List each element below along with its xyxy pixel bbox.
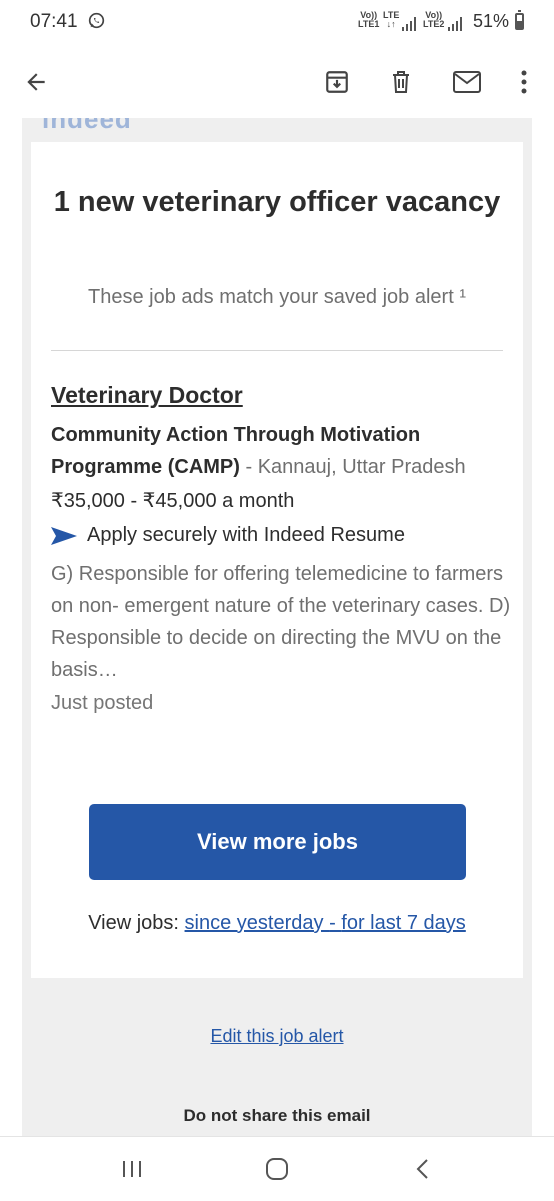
home-icon <box>266 1158 288 1180</box>
archive-icon <box>326 71 348 93</box>
link-separator: - <box>329 912 342 934</box>
posted-date: Just posted <box>51 692 154 714</box>
back-arrow-icon <box>27 73 45 91</box>
battery-icon <box>515 10 524 30</box>
view-jobs-links: View jobs: since yesterday - for last 7 … <box>31 912 523 935</box>
mark-unread-button[interactable] <box>445 60 489 104</box>
whatsapp-icon <box>88 12 105 29</box>
more-vert-icon <box>521 70 527 94</box>
system-nav-bar <box>0 1136 554 1201</box>
email-body: indeed 1 new veterinary officer vacancy … <box>22 118 532 1138</box>
last-7-days-link[interactable]: for last 7 days <box>341 912 466 934</box>
delete-icon <box>393 71 409 93</box>
alert-subline: These job ads match your saved job alert… <box>88 286 466 308</box>
back-nav-button[interactable] <box>400 1147 444 1191</box>
do-not-share-notice: Do not share this email <box>183 1106 371 1125</box>
signal-bars-icon <box>448 15 466 31</box>
since-yesterday-link[interactable]: since yesterday <box>185 912 330 934</box>
job-company: Community Action Through Motivation Prog… <box>51 419 511 483</box>
indeed-logo: indeed <box>42 118 132 134</box>
signal-bars-icon <box>402 15 420 31</box>
divider <box>51 350 503 351</box>
battery-percent: 51% <box>473 11 510 31</box>
edit-job-alert-link[interactable]: Edit this job alert <box>22 1026 532 1047</box>
sim1-indicator: Vo)) LTE1 <box>358 10 380 29</box>
status-bar: 07:41 Vo)) LTE1 LTE ↓↑ Vo)) LTE2 51% <box>0 0 554 46</box>
mail-icon <box>453 71 481 93</box>
view-more-jobs-button[interactable]: View more jobs <box>89 804 466 880</box>
job-location: - Kannauj, Uttar Pradesh <box>239 456 466 478</box>
apply-row: Apply securely with Indeed Resume <box>51 524 405 547</box>
archive-button[interactable] <box>315 60 359 104</box>
delete-button[interactable] <box>379 60 423 104</box>
alert-headline: 1 new veterinary officer vacancy <box>53 186 501 218</box>
job-salary: ₹35,000 - ₹45,000 a month <box>51 490 295 512</box>
recent-apps-icon <box>123 1161 141 1177</box>
status-time: 07:41 <box>30 11 78 32</box>
send-arrow-icon <box>51 526 77 545</box>
lte-indicator: LTE ↓↑ <box>383 10 400 29</box>
app-bar <box>0 46 554 118</box>
job-alert-card: 1 new veterinary officer vacancy These j… <box>31 142 523 978</box>
more-options-button[interactable] <box>502 60 546 104</box>
back-chevron-icon <box>416 1159 428 1179</box>
job-snippet: G) Responsible for offering telemedicine… <box>51 563 511 681</box>
back-button[interactable] <box>14 60 58 104</box>
sim2-indicator: Vo)) LTE2 <box>423 10 445 29</box>
recent-apps-button[interactable] <box>110 1147 154 1191</box>
view-jobs-prefix: View jobs: <box>88 912 185 934</box>
job-title-link[interactable]: Veterinary Doctor <box>51 382 243 409</box>
apply-text: Apply securely with Indeed Resume <box>87 524 405 546</box>
home-button[interactable] <box>255 1147 299 1191</box>
